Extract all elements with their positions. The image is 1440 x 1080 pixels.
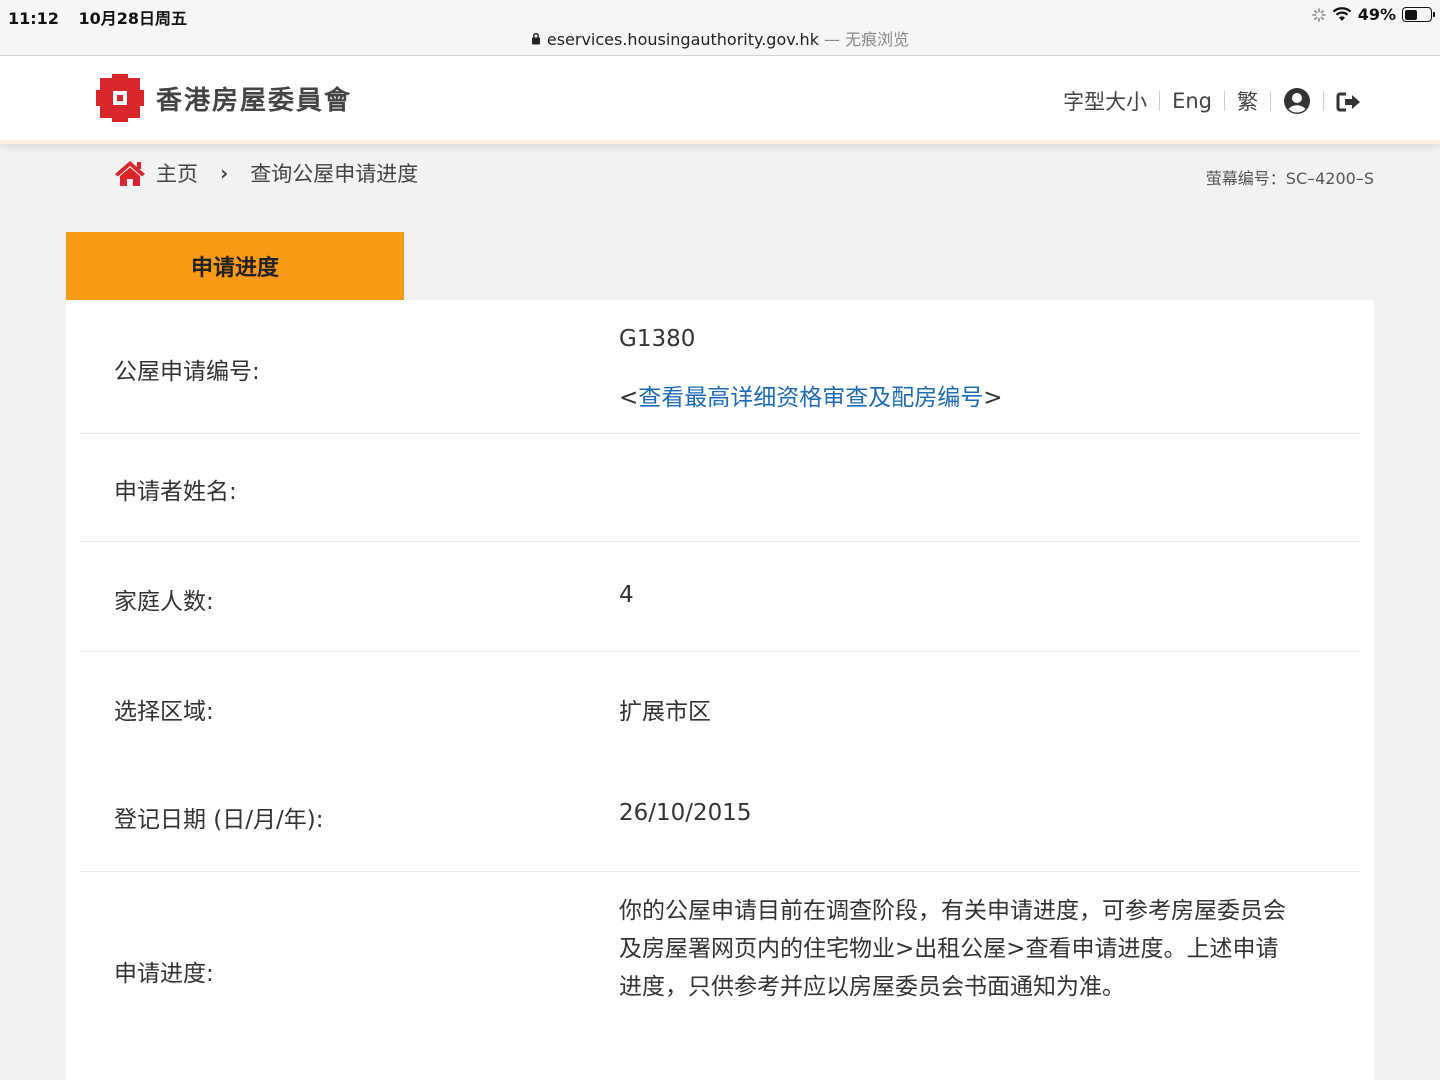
status-right: 49% bbox=[1311, 5, 1435, 24]
row-applicant-name: 申请者姓名: bbox=[66, 434, 1374, 542]
english-language-button[interactable]: Eng bbox=[1160, 89, 1224, 113]
url-domain: eservices.housingauthority.gov.hk bbox=[546, 30, 819, 49]
application-progress-label: 申请进度: bbox=[114, 961, 214, 987]
header-tools: 字型大小 Eng 繁 bbox=[1051, 86, 1374, 116]
logo-text: 香港房屋委員會 bbox=[156, 85, 353, 116]
user-icon bbox=[1284, 88, 1310, 114]
chevron-right-icon: › bbox=[220, 161, 229, 185]
application-progress-value: 你的公屋申请目前在调查阶段，有关申请进度，可参考房屋委员会及房屋署网页内的住宅物… bbox=[619, 898, 1286, 1000]
private-browsing-label: — 无痕浏览 bbox=[824, 30, 910, 49]
lock-icon bbox=[531, 32, 541, 48]
logout-icon bbox=[1336, 92, 1360, 112]
application-number-label: 公屋申请编号: bbox=[114, 359, 260, 385]
row-district: 选择区域: 扩展市区 bbox=[66, 652, 1374, 762]
battery-percent: 49% bbox=[1357, 5, 1396, 24]
traditional-chinese-button[interactable]: 繁 bbox=[1225, 86, 1270, 116]
view-eligibility-details-link[interactable]: 查看最高详细资格审查及配房编号 bbox=[638, 385, 983, 411]
detail-link-wrapper: <查看最高详细资格审查及配房编号> bbox=[619, 378, 1003, 412]
breadcrumb-current: 查询公屋申请进度 bbox=[250, 162, 419, 186]
url-bar[interactable]: eservices.housingauthority.gov.hk — 无痕浏览 bbox=[0, 26, 1440, 50]
row-registration-date: 登记日期 (日/月/年): 26/10/2015 bbox=[66, 762, 1374, 872]
battery-fill bbox=[1404, 9, 1417, 20]
housing-authority-logo[interactable]: 香港房屋委員會 bbox=[94, 72, 352, 124]
housing-authority-emblem-icon bbox=[96, 74, 144, 122]
registration-date-value: 26/10/2015 bbox=[619, 800, 752, 826]
household-size-value: 4 bbox=[619, 582, 634, 608]
battery-icon bbox=[1402, 7, 1435, 22]
breadcrumb-home-link[interactable]: 主页 bbox=[156, 158, 198, 188]
loading-spinner-icon bbox=[1311, 7, 1326, 22]
row-household-size: 家庭人数: 4 bbox=[66, 542, 1374, 652]
household-size-label: 家庭人数: bbox=[114, 589, 214, 615]
screen-number: 萤幕编号：SC–4200–S bbox=[1205, 169, 1374, 188]
home-icon[interactable] bbox=[114, 159, 146, 187]
font-size-button[interactable]: 字型大小 bbox=[1051, 86, 1159, 116]
registration-date-label: 登记日期 (日/月/年): bbox=[114, 807, 324, 833]
wifi-icon bbox=[1332, 7, 1351, 21]
row-application-progress: 申请进度: 你的公屋申请目前在调查阶段，有关申请进度，可参考房屋委员会及房屋署网… bbox=[66, 872, 1374, 1072]
application-number-value: G1380 bbox=[619, 326, 696, 352]
site-header: 香港房屋委員會 字型大小 Eng 繁 bbox=[0, 56, 1440, 144]
logout-button[interactable] bbox=[1324, 89, 1374, 113]
tab-application-progress[interactable]: 申请进度 bbox=[66, 232, 404, 300]
link-close-bracket: > bbox=[983, 385, 1003, 411]
application-details-card: 公屋申请编号: G1380 <查看最高详细资格审查及配房编号> 申请者姓名: 家… bbox=[66, 300, 1374, 1080]
district-value: 扩展市区 bbox=[619, 699, 711, 725]
link-open-bracket: < bbox=[619, 385, 639, 411]
district-label: 选择区域: bbox=[114, 699, 214, 725]
row-application-number: 公屋申请编号: G1380 <查看最高详细资格审查及配房编号> bbox=[66, 300, 1374, 434]
user-account-button[interactable] bbox=[1271, 87, 1323, 115]
applicant-name-label: 申请者姓名: bbox=[114, 479, 237, 505]
status-bar: 11:12 10月28日周五 49% eservices.housingauth… bbox=[0, 0, 1440, 56]
breadcrumb: 主页 › 查询公屋申请进度 bbox=[114, 158, 418, 188]
